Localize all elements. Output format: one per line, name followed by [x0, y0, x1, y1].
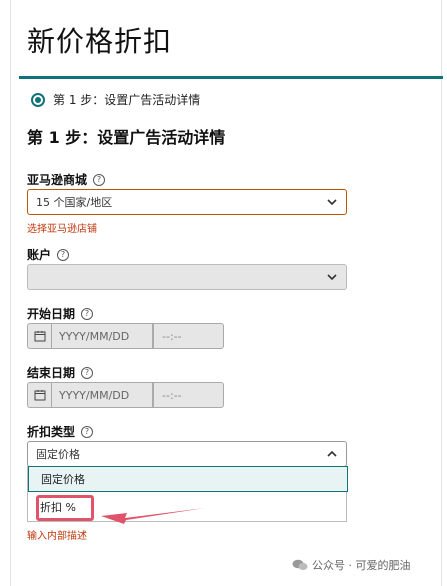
watermark: 公众号 · 可爱的肥油: [292, 557, 411, 573]
discount-type-label: 折扣类型 ?: [27, 423, 94, 440]
discount-type-select-value: 固定价格: [36, 448, 80, 461]
start-date-input[interactable]: YYYY/MM/DD: [51, 323, 153, 349]
annotation-arrow-icon: [101, 508, 205, 524]
end-date-group: YYYY/MM/DD --:--: [27, 382, 224, 408]
start-date-group: YYYY/MM/DD --:--: [27, 323, 224, 349]
header-divider: [19, 76, 443, 79]
end-date-label: 结束日期 ?: [27, 364, 94, 381]
account-label: 账户 ?: [27, 246, 70, 263]
dropdown-option-fixed-price[interactable]: 固定价格: [28, 466, 348, 492]
marketplace-label-text: 亚马逊商城: [27, 173, 88, 187]
end-time-input[interactable]: --:--: [153, 382, 224, 408]
step-indicator[interactable]: 第 1 步：设置广告活动详情: [31, 91, 200, 108]
step-indicator-label: 第 1 步：设置广告活动详情: [53, 93, 201, 107]
start-date-label: 开始日期 ?: [27, 305, 94, 322]
discount-type-error: 输入内部描述: [27, 531, 87, 542]
discount-type-select[interactable]: 固定价格: [27, 441, 347, 467]
discount-type-label-text: 折扣类型: [27, 425, 76, 439]
end-date-label-text: 结束日期: [27, 366, 76, 380]
calendar-icon[interactable]: [27, 323, 51, 349]
help-icon[interactable]: ?: [81, 307, 94, 320]
help-icon[interactable]: ?: [81, 425, 94, 438]
marketplace-select[interactable]: 15 个国家/地区: [27, 189, 347, 215]
help-icon[interactable]: ?: [93, 173, 106, 186]
end-date-input[interactable]: YYYY/MM/DD: [51, 382, 153, 408]
radio-selected-icon[interactable]: [31, 92, 45, 107]
help-icon[interactable]: ?: [57, 248, 70, 261]
wechat-icon: [292, 559, 308, 571]
watermark-text: 公众号 · 可爱的肥油: [312, 559, 411, 572]
start-time-input[interactable]: --:--: [153, 323, 224, 349]
section-heading: 第 1 步：设置广告活动详情: [27, 128, 226, 147]
chevron-down-icon: [326, 271, 338, 283]
start-date-label-text: 开始日期: [27, 307, 76, 321]
chevron-up-icon: [326, 448, 338, 460]
account-label-text: 账户: [27, 248, 52, 262]
page-title: 新价格折扣: [27, 25, 173, 58]
campaign-panel: 新价格折扣 第 1 步：设置广告活动详情 第 1 步：设置广告活动详情 亚马逊商…: [10, 0, 443, 586]
account-select[interactable]: [27, 264, 347, 290]
annotation-highlight-box: [36, 495, 94, 521]
marketplace-label: 亚马逊商城 ?: [27, 171, 106, 188]
calendar-icon[interactable]: [27, 382, 51, 408]
chevron-down-icon: [326, 196, 338, 208]
marketplace-error: 选择亚马逊店铺: [27, 224, 97, 235]
marketplace-select-value: 15 个国家/地区: [36, 196, 113, 209]
help-icon[interactable]: ?: [81, 366, 94, 379]
